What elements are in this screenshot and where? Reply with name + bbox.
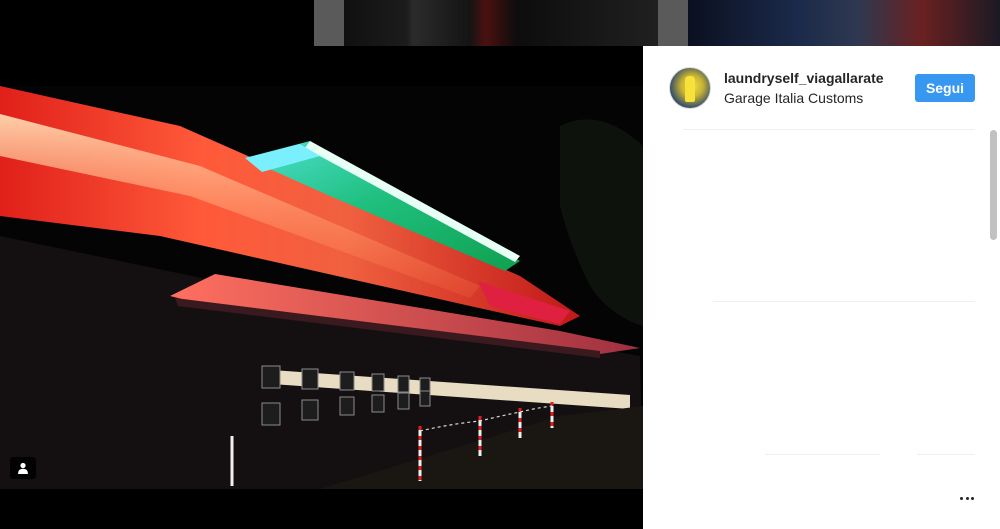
person-icon [18, 462, 28, 474]
username-link[interactable]: laundryself_viagallarate [724, 70, 896, 86]
feed-thumbnail [344, 0, 658, 46]
user-tag-icon[interactable] [10, 457, 36, 479]
location-link[interactable]: Garage Italia Customs [724, 90, 863, 106]
divider [713, 301, 975, 302]
feed-thumbnail [688, 0, 1000, 46]
post-side-panel: laundryself_viagallarate Garage Italia C… [643, 46, 1000, 529]
divider [917, 454, 975, 455]
more-options-icon[interactable] [955, 488, 979, 508]
follow-button[interactable]: Segui [915, 74, 975, 102]
feed-thumbnail [314, 0, 344, 46]
dot [965, 496, 969, 500]
dot [959, 496, 963, 500]
divider [765, 454, 880, 455]
scrollbar-thumb[interactable] [990, 130, 997, 240]
post-photo-image [0, 86, 643, 489]
feed-thumbnail [658, 0, 688, 46]
divider [683, 129, 975, 130]
post-header: laundryself_viagallarate Garage Italia C… [643, 46, 1000, 130]
avatar-figure [685, 76, 695, 102]
dot [971, 496, 975, 500]
post-photo[interactable] [0, 86, 643, 489]
avatar[interactable] [669, 67, 711, 109]
comments-scrollbar[interactable] [988, 128, 1000, 528]
